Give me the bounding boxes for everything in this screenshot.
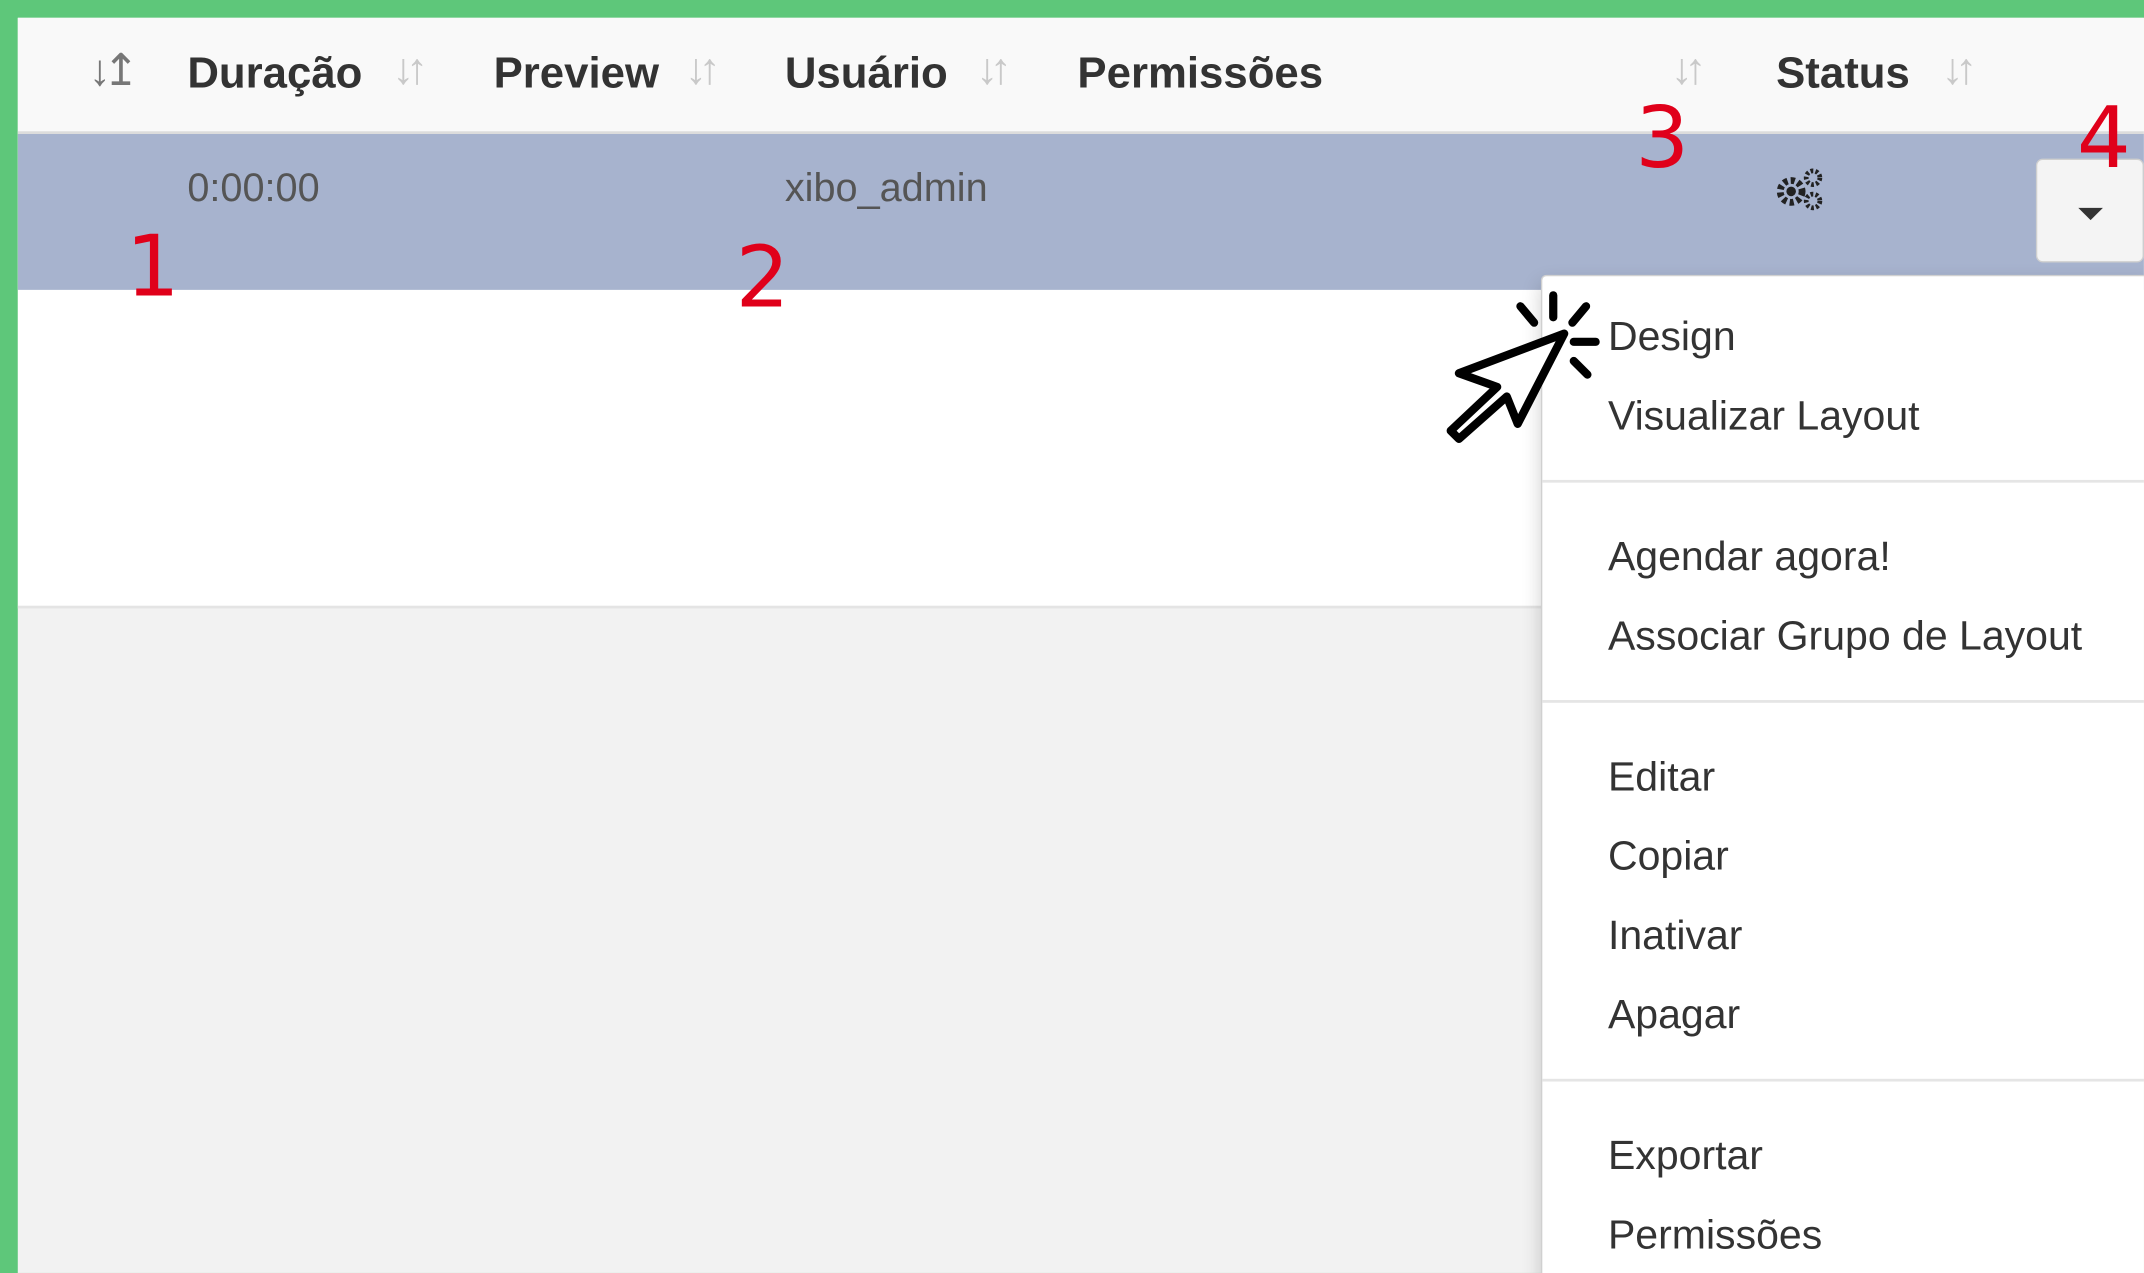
table-header: ↓↥ Duração ↓↑ Preview ↓↑ Usuário ↓↑ Perm… — [17, 17, 2144, 134]
sort-icon[interactable]: ↓↑ — [976, 44, 1012, 95]
menu-item-retire[interactable]: Inativar — [1608, 913, 1743, 959]
table-row[interactable]: 0:00:00 xibo_admin — [17, 133, 2144, 290]
duration-cell: 0:00:00 — [187, 166, 320, 211]
menu-divider — [1542, 700, 2144, 703]
menu-item-copy[interactable]: Copiar — [1608, 834, 1729, 880]
menu-item-assign-layout-group[interactable]: Associar Grupo de Layout — [1608, 614, 2082, 660]
annotation-4: 4 — [2076, 87, 2131, 188]
sort-icon[interactable]: ↓↑ — [392, 44, 428, 95]
sort-icon[interactable]: ↓↑ — [685, 44, 721, 95]
menu-divider — [1542, 479, 2144, 483]
sort-active-icon[interactable]: ↓↥ — [89, 44, 139, 96]
menu-item-permissions[interactable]: Permissões — [1608, 1213, 1822, 1259]
row-actions-menu: Design Visualizar Layout Agendar agora! … — [1540, 274, 2144, 1273]
menu-item-schedule-now[interactable]: Agendar agora! — [1608, 535, 1891, 581]
gears-icon — [1776, 168, 1823, 211]
column-header-preview[interactable]: Preview — [494, 48, 659, 99]
menu-item-delete[interactable]: Apagar — [1608, 993, 1740, 1039]
column-header-duration[interactable]: Duração — [187, 48, 362, 99]
menu-item-edit[interactable]: Editar — [1608, 755, 1715, 801]
menu-item-export[interactable]: Exportar — [1608, 1133, 1763, 1179]
menu-divider — [1542, 1078, 2144, 1082]
click-cursor-icon — [1446, 291, 1600, 444]
menu-item-view-layout[interactable]: Visualizar Layout — [1608, 394, 1920, 440]
column-header-status[interactable]: Status — [1776, 48, 1910, 99]
annotation-1: 1 — [125, 216, 180, 316]
sort-icon[interactable]: ↓↑ — [1942, 44, 1978, 95]
layout-grid: ↓↥ Duração ↓↑ Preview ↓↑ Usuário ↓↑ Perm… — [17, 17, 2144, 1273]
annotation-3: 3 — [1635, 87, 1690, 188]
menu-item-design[interactable]: Design — [1608, 314, 1736, 360]
annotation-2: 2 — [735, 226, 790, 327]
caret-down-icon — [2078, 207, 2103, 221]
column-header-user[interactable]: Usuário — [785, 48, 948, 99]
column-header-permissions[interactable]: Permissões — [1077, 48, 1323, 99]
user-cell: xibo_admin — [784, 166, 988, 211]
